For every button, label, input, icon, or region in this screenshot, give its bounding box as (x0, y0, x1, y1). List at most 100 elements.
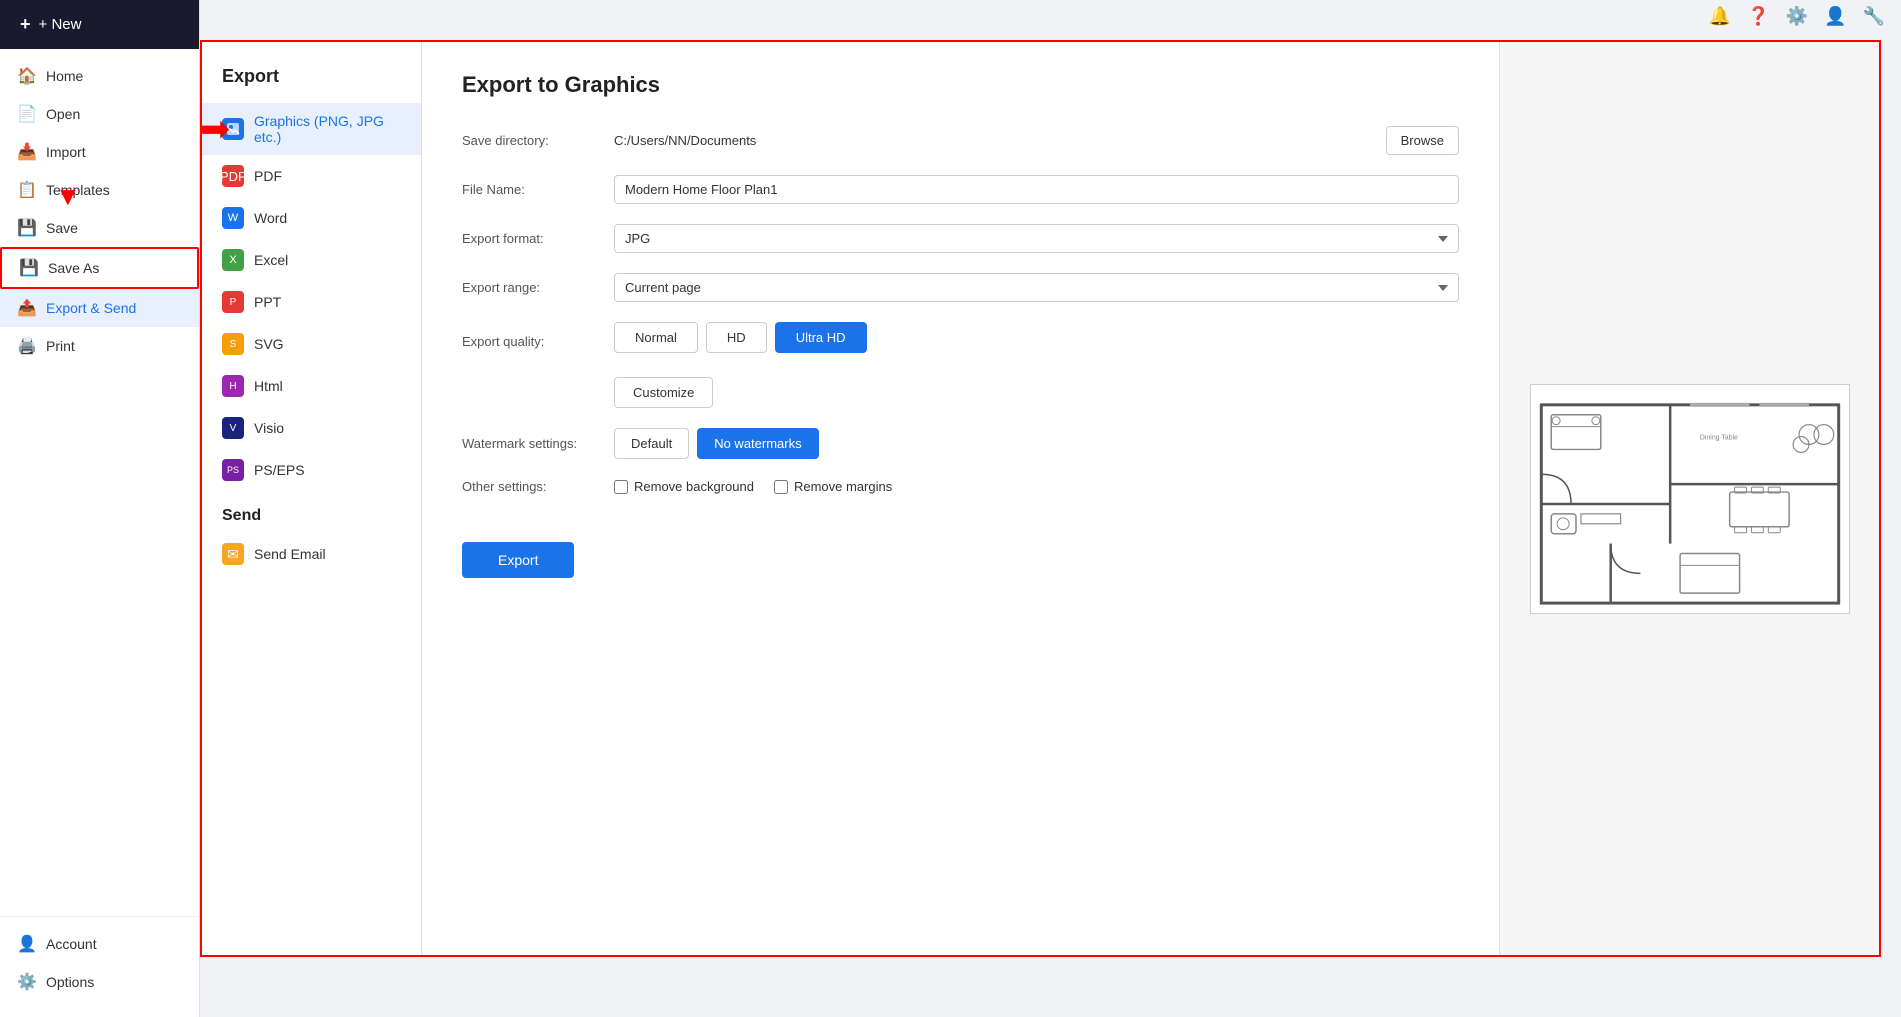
watermark-row: Watermark settings: Default No watermark… (462, 428, 1459, 459)
export-nav-visio[interactable]: V Visio (202, 407, 421, 449)
export-range-select[interactable]: Current page All pages Selected objects (614, 273, 1459, 302)
remove-background-item[interactable]: Remove background (614, 479, 754, 494)
new-button-label: + New (39, 16, 82, 33)
sidebar-item-account[interactable]: 👤 Account (0, 925, 199, 963)
export-button[interactable]: Export (462, 542, 574, 578)
remove-background-checkbox[interactable] (614, 480, 628, 494)
file-name-row: File Name: (462, 175, 1459, 204)
remove-margins-checkbox[interactable] (774, 480, 788, 494)
quality-ultra-hd-button[interactable]: Ultra HD (775, 322, 867, 353)
save-directory-value: C:/Users/NN/Documents (614, 133, 1374, 148)
sidebar-item-open[interactable]: 📄 Open (0, 95, 199, 133)
graphics-nav-label: Graphics (PNG, JPG etc.) (254, 113, 401, 145)
visio-nav-icon: V (222, 417, 244, 439)
export-format-select[interactable]: JPG PNG BMP TIFF SVG (614, 224, 1459, 253)
sidebar-item-import-label: Import (46, 144, 86, 160)
home-icon: 🏠 (18, 67, 36, 85)
export-format-label: Export format: (462, 231, 602, 246)
export-format-row: Export format: JPG PNG BMP TIFF SVG (462, 224, 1459, 253)
sidebar-navigation: 🏠 Home 📄 Open 📥 Import 📋 Templates 💾 Sav… (0, 49, 199, 1017)
main-area: 🔔 ❓ ⚙️ 👤 🔧 ➡ Export Graphics (PNG, JPG e… (200, 0, 1901, 1017)
save-directory-label: Save directory: (462, 133, 602, 148)
watermark-default-button[interactable]: Default (614, 428, 689, 459)
export-form-title: Export to Graphics (462, 72, 1459, 98)
export-nav-send-email[interactable]: ✉ Send Email (202, 533, 421, 575)
file-name-input[interactable] (614, 175, 1459, 204)
other-settings-row: Other settings: Remove background Remove… (462, 479, 1459, 494)
visio-nav-label: Visio (254, 420, 284, 436)
quality-buttons: Normal HD Ultra HD (614, 322, 867, 353)
export-nav-pdf[interactable]: PDF PDF (202, 155, 421, 197)
sidebar-item-templates[interactable]: 📋 Templates (0, 171, 199, 209)
preview-panel: Dining Table (1499, 42, 1879, 955)
export-nav-svg[interactable]: S SVG (202, 323, 421, 365)
ppt-nav-label: PPT (254, 294, 281, 310)
browse-button[interactable]: Browse (1386, 126, 1459, 155)
watermark-none-button[interactable]: No watermarks (697, 428, 818, 459)
send-email-nav-label: Send Email (254, 546, 326, 562)
other-settings-label: Other settings: (462, 479, 602, 494)
remove-background-label: Remove background (634, 479, 754, 494)
send-email-nav-icon: ✉ (222, 543, 244, 565)
excel-nav-label: Excel (254, 252, 288, 268)
export-content: Export to Graphics Save directory: C:/Us… (422, 42, 1499, 955)
sidebar: + + New 🏠 Home 📄 Open 📥 Import 📋 Templat… (0, 0, 200, 1017)
export-nav-word[interactable]: W Word (202, 197, 421, 239)
apps-icon[interactable]: ⚙️ (1786, 6, 1808, 27)
account-icon: 👤 (18, 935, 36, 953)
sidebar-item-print[interactable]: 🖨️ Print (0, 327, 199, 365)
export-nav-html[interactable]: H Html (202, 365, 421, 407)
html-nav-icon: H (222, 375, 244, 397)
floor-plan-preview: Dining Table (1530, 384, 1850, 614)
plus-icon: + (20, 14, 31, 35)
export-nav-ppt[interactable]: P PPT (202, 281, 421, 323)
print-icon: 🖨️ (18, 337, 36, 355)
html-nav-label: Html (254, 378, 283, 394)
export-nav-excel[interactable]: X Excel (202, 239, 421, 281)
send-section-title: Send (202, 491, 421, 533)
floor-plan-svg: Dining Table (1531, 385, 1849, 613)
options-icon: ⚙️ (18, 973, 36, 991)
excel-nav-icon: X (222, 249, 244, 271)
quality-normal-button[interactable]: Normal (614, 322, 698, 353)
sidebar-item-export-send[interactable]: 📤 Export & Send (0, 289, 199, 327)
export-section-title: Export (202, 66, 421, 103)
svg-nav-icon: S (222, 333, 244, 355)
sidebar-item-open-label: Open (46, 106, 80, 122)
ppt-nav-icon: P (222, 291, 244, 313)
sidebar-item-save-as[interactable]: 💾 Save As (0, 247, 199, 289)
user-icon[interactable]: 👤 (1824, 6, 1846, 27)
templates-icon: 📋 (18, 181, 36, 199)
export-nav-graphics[interactable]: Graphics (PNG, JPG etc.) (202, 103, 421, 155)
save-directory-row: Save directory: C:/Users/NN/Documents Br… (462, 126, 1459, 155)
svg-text:Dining Table: Dining Table (1699, 434, 1737, 441)
settings-icon[interactable]: 🔧 (1863, 6, 1885, 27)
question-icon[interactable]: ❓ (1747, 6, 1769, 27)
remove-margins-label: Remove margins (794, 479, 892, 494)
topbar: 🔔 ❓ ⚙️ 👤 🔧 (1693, 0, 1901, 33)
save-as-icon: 💾 (20, 259, 38, 277)
word-nav-label: Word (254, 210, 287, 226)
sidebar-item-options[interactable]: ⚙️ Options (0, 963, 199, 1001)
export-panel: Export Graphics (PNG, JPG etc.) PDF PDF … (200, 40, 1881, 957)
remove-margins-item[interactable]: Remove margins (774, 479, 892, 494)
new-button[interactable]: + + New (0, 0, 199, 49)
customize-button[interactable]: Customize (614, 377, 713, 408)
bell-icon[interactable]: 🔔 (1709, 6, 1731, 27)
sidebar-item-options-label: Options (46, 974, 94, 990)
sidebar-item-home-label: Home (46, 68, 83, 84)
export-nav-pseps[interactable]: PS PS/EPS (202, 449, 421, 491)
sidebar-item-import[interactable]: 📥 Import (0, 133, 199, 171)
save-icon: 💾 (18, 219, 36, 237)
export-range-label: Export range: (462, 280, 602, 295)
open-icon: 📄 (18, 105, 36, 123)
export-range-row: Export range: Current page All pages Sel… (462, 273, 1459, 302)
sidebar-item-save[interactable]: 💾 Save ▼ (0, 209, 199, 247)
sidebar-bottom: 👤 Account ⚙️ Options (0, 916, 199, 1009)
export-button-container: Export (462, 514, 1459, 578)
sidebar-item-home[interactable]: 🏠 Home (0, 57, 199, 95)
quality-hd-button[interactable]: HD (706, 322, 767, 353)
export-send-icon: 📤 (18, 299, 36, 317)
sidebar-item-print-label: Print (46, 338, 75, 354)
export-quality-row: Export quality: Normal HD Ultra HD Custo… (462, 322, 1459, 408)
